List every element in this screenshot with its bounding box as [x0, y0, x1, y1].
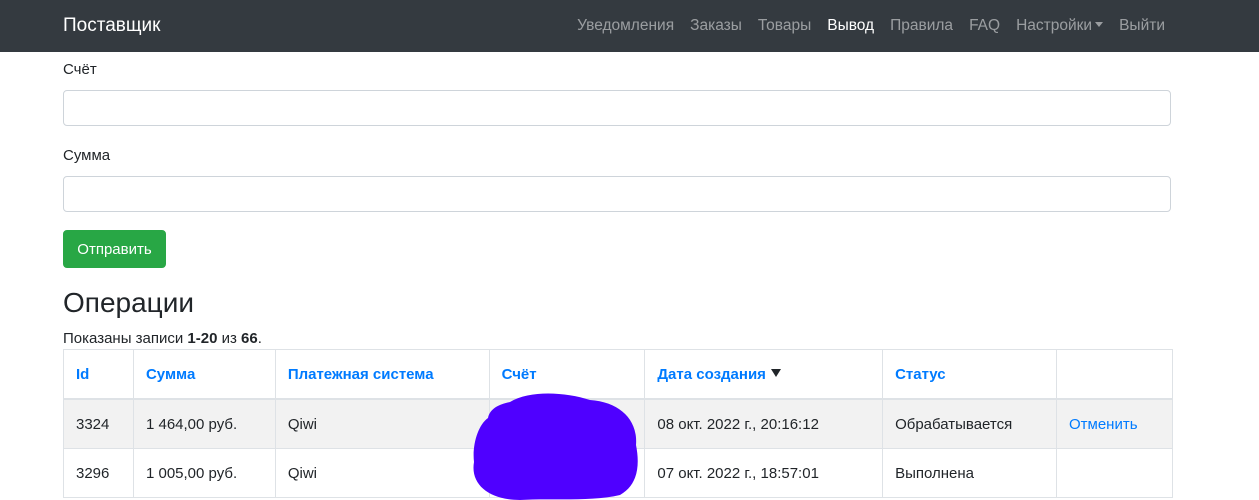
summary-total: 66 — [241, 330, 258, 347]
top-navbar: Поставщик Уведомления Заказы Товары Выво… — [0, 0, 1259, 52]
column-header-actions — [1055, 349, 1174, 400]
nav-item-products[interactable]: Товары — [758, 15, 811, 37]
table-row: 3324 1 464,00 руб. Qiwi 08 окт. 2022 г.,… — [63, 398, 1174, 449]
summary-of: из — [217, 330, 242, 347]
brand-title[interactable]: Поставщик — [63, 14, 160, 38]
summary-range: 1-20 — [187, 330, 218, 347]
sort-link-payment-system[interactable]: Платежная система — [288, 366, 434, 383]
column-header-status: Статус — [882, 349, 1057, 400]
nav-item-settings-label: Настройки — [1016, 17, 1093, 34]
operations-heading: Операции — [63, 287, 194, 318]
operations-table: Id Сумма Платежная система Счёт Дата соз… — [63, 349, 1174, 498]
column-header-id: Id — [63, 349, 134, 400]
sort-link-status[interactable]: Статус — [895, 366, 946, 383]
nav-item-rules[interactable]: Правила — [890, 15, 953, 37]
account-input[interactable] — [63, 90, 1171, 126]
account-label: Счёт — [63, 61, 97, 78]
nav-item-orders[interactable]: Заказы — [690, 15, 742, 37]
cancel-link[interactable]: Отменить — [1069, 416, 1138, 433]
summary-suffix: . — [257, 330, 262, 347]
column-header-account: Счёт — [488, 349, 646, 400]
nav-item-withdrawal[interactable]: Вывод — [827, 15, 874, 37]
nav-item-notifications[interactable]: Уведомления — [577, 15, 674, 37]
cell-actions — [1055, 448, 1174, 498]
records-summary: Показаны записи 1-20 из 66. — [63, 329, 262, 349]
sort-link-created[interactable]: Дата создания — [657, 366, 766, 383]
cell-created: 07 окт. 2022 г., 18:57:01 — [644, 448, 884, 498]
cell-payment-system: Qiwi — [274, 448, 490, 498]
cell-account — [488, 448, 646, 498]
nav-menu: Уведомления Заказы Товары Вывод Правила … — [577, 15, 1165, 37]
column-header-created: Дата создания — [644, 349, 884, 400]
column-header-payment-system: Платежная система — [274, 349, 490, 400]
sort-link-amount[interactable]: Сумма — [146, 366, 195, 383]
cell-id: 3324 — [63, 398, 134, 449]
cell-amount: 1 005,00 руб. — [132, 448, 276, 498]
sort-desc-icon — [770, 368, 781, 377]
column-header-amount: Сумма — [132, 349, 276, 400]
cell-payment-system: Qiwi — [274, 398, 490, 449]
table-header-row: Id Сумма Платежная система Счёт Дата соз… — [63, 349, 1174, 400]
amount-label: Сумма — [63, 147, 111, 164]
summary-prefix: Показаны записи — [63, 330, 188, 347]
cell-account — [488, 398, 646, 449]
cell-status: Выполнена — [882, 448, 1057, 498]
cell-id: 3296 — [63, 448, 134, 498]
cell-created: 08 окт. 2022 г., 20:16:12 — [644, 398, 884, 449]
sort-link-account[interactable]: Счёт — [502, 366, 537, 383]
nav-item-faq[interactable]: FAQ — [969, 15, 1000, 37]
cell-amount: 1 464,00 руб. — [132, 398, 276, 449]
cell-actions: Отменить — [1055, 398, 1174, 449]
cell-status: Обрабатывается — [882, 398, 1057, 449]
amount-input[interactable] — [63, 176, 1171, 212]
caret-down-icon — [1095, 22, 1104, 27]
nav-item-settings[interactable]: Настройки — [1016, 15, 1104, 37]
table-row: 3296 1 005,00 руб. Qiwi 07 окт. 2022 г.,… — [63, 448, 1174, 498]
nav-item-logout[interactable]: Выйти — [1119, 15, 1165, 37]
submit-button[interactable]: Отправить — [63, 230, 166, 268]
sort-link-id[interactable]: Id — [76, 366, 89, 383]
